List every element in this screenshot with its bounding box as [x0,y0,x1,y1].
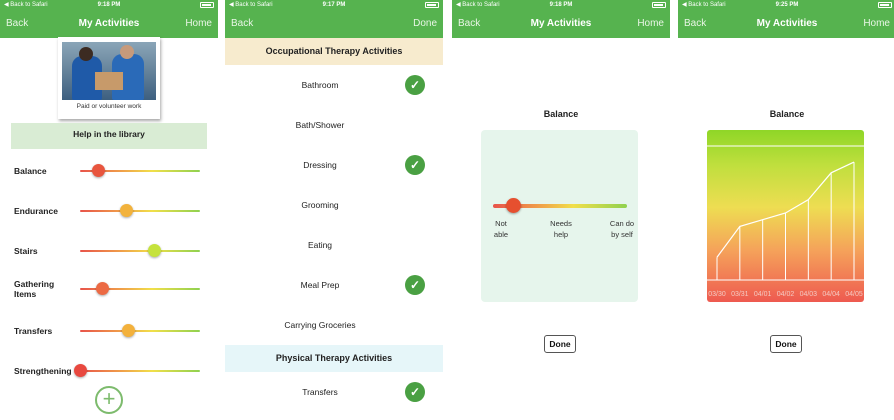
nav-bar: ◀ Back to Safari 9:18 PM My Activities B… [0,0,218,38]
task-title: Help in the library [11,123,207,149]
back-button[interactable]: Back [684,14,706,34]
checkmark-icon[interactable]: ✓ [405,275,425,295]
done-button[interactable]: Done [413,14,437,34]
activity-slider-track[interactable] [80,210,200,212]
status-bar: ◀ Back to Safari 9:18 PM [0,0,218,10]
rating-slider-thumb[interactable] [506,198,522,213]
activity-slider-track[interactable] [80,330,200,332]
chart-title: Balance [769,109,805,119]
activity-photo [62,42,156,100]
status-time: 9:18 PM [549,2,573,8]
ot-section-header: Occupational Therapy Activities [225,38,443,65]
chart-svg: 03/30 03/31 04/01 04/02 04/03 04/04 04/05 [707,145,864,298]
activity-item-label: Transfers [302,387,338,397]
activity-list-item[interactable]: Bathroom ✓ [225,75,443,95]
metric-title: Balance [543,109,579,119]
checkmark-icon[interactable]: ✓ [405,382,425,402]
activity-list-item[interactable]: Transfers ✓ [225,382,443,402]
activity-list-item[interactable]: Carrying Groceries [225,315,443,335]
balance-history-chart: 03/30 03/31 04/01 04/02 04/03 04/04 04/05 [707,130,864,302]
back-button[interactable]: Back [231,14,253,34]
activity-slider-thumb[interactable] [92,164,105,177]
checkmark-icon[interactable]: ✓ [405,75,425,95]
activity-label: Gathering Items [14,279,55,299]
chart-x-tick-label: 04/01 [754,291,772,298]
back-button[interactable]: Back [6,14,28,34]
screen-activity-picker: ◀ Back to Safari 9:17 PM Back Done Occup… [225,0,443,420]
back-button[interactable]: Back [458,14,480,34]
nav-bar: ◀ Back to Safari 9:17 PM Back Done [225,0,443,38]
plus-circle-icon[interactable]: + [95,386,123,414]
activity-slider-thumb[interactable] [148,244,162,257]
activity-slider-thumb[interactable] [122,324,135,337]
activity-item-label: Bath/Shower [295,120,345,130]
chart-x-tick-label: 04/05 [845,291,863,298]
activity-slider-thumb[interactable] [74,364,87,377]
activity-row: Gathering Items [14,279,204,299]
pt-section-header: Physical Therapy Activities [225,345,443,372]
activity-row: Transfers [14,321,204,341]
activity-category: Paid or volunteer work [76,103,142,110]
activity-item-label: Dressing [303,160,337,170]
home-button[interactable]: Home [185,14,212,34]
chart-x-tick-label: 04/02 [777,291,795,298]
activity-item-label: Carrying Groceries [284,320,356,330]
activity-list-item[interactable]: Dressing ✓ [225,155,443,175]
screen-balance-history: ◀ Back to Safari 9:25 PM My Activities B… [678,0,894,420]
activity-list-item[interactable]: Bath/Shower [225,115,443,135]
status-bar: ◀ Back to Safari 9:18 PM [452,0,670,10]
scale-label-needs-help: Needs help [550,219,572,239]
activity-label: Strengthening [14,366,72,376]
screen-my-activities: ◀ Back to Safari 9:18 PM My Activities B… [0,0,218,420]
activity-slider-thumb[interactable] [119,204,133,217]
status-bar: ◀ Back to Safari 9:25 PM [678,0,894,10]
chart-x-tick-label: 04/03 [800,291,818,298]
activity-slider-track[interactable] [80,250,200,252]
activity-photo-card[interactable]: Paid or volunteer work [58,37,160,119]
activity-list-item[interactable]: Eating [225,235,443,255]
home-button[interactable]: Home [863,14,890,34]
activity-slider-thumb[interactable] [95,282,109,295]
nav-title: My Activities [756,18,818,29]
status-time: 9:25 PM [775,2,799,8]
activity-item-label: Eating [307,240,333,250]
scale-label-not-able: Not able [493,219,509,239]
scale-label-can-do: Can do by self [609,219,635,239]
chart-x-tick-label: 04/04 [822,291,840,298]
activity-label: Transfers [14,326,53,336]
activity-row: Endurance [14,201,204,221]
status-time: 9:18 PM [97,2,121,8]
status-bar: ◀ Back to Safari 9:17 PM [225,0,443,10]
activity-item-label: Grooming [301,200,339,210]
chart-x-tick-label: 03/31 [731,291,749,298]
nav-bar: ◀ Back to Safari 9:18 PM My Activities B… [452,0,670,38]
activity-list-item[interactable]: Meal Prep ✓ [225,275,443,295]
chart-x-tick-label: 03/30 [708,291,726,298]
screen-balance-rating: ◀ Back to Safari 9:18 PM My Activities B… [452,0,670,420]
checkmark-icon[interactable]: ✓ [405,155,425,175]
activity-slider-track[interactable] [80,370,200,372]
activity-label: Stairs [14,246,38,256]
battery-icon [425,2,439,8]
activity-row: Balance [14,161,204,181]
done-button[interactable]: Done [544,335,576,353]
activity-item-label: Bathroom [301,80,339,90]
battery-icon [878,2,892,8]
activity-label: Endurance [14,206,58,216]
activity-label: Balance [14,166,47,176]
battery-icon [200,2,214,8]
done-button[interactable]: Done [770,335,802,353]
battery-icon [652,2,666,8]
nav-bar: ◀ Back to Safari 9:25 PM My Activities B… [678,0,894,38]
status-time: 9:17 PM [322,2,346,8]
rating-panel: Not able Needs help Can do by self [481,130,638,302]
activity-row: Strengthening [14,361,204,381]
activity-row: Stairs [14,241,204,261]
activity-item-label: Meal Prep [300,280,340,290]
home-button[interactable]: Home [637,14,664,34]
activity-list-item[interactable]: Grooming [225,195,443,215]
